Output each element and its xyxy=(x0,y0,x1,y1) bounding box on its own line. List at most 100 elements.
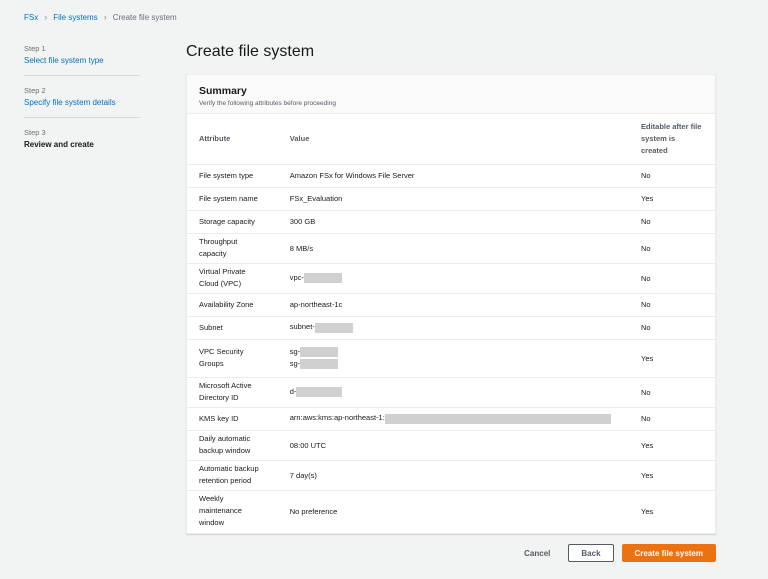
row-attribute: Storage capacity xyxy=(187,210,278,234)
row-attribute: Automatic backup retention period xyxy=(187,460,278,491)
summary-header: Summary Verify the following attributes … xyxy=(187,75,715,114)
sg-line-1: sg- xyxy=(290,346,617,358)
cancel-button[interactable]: Cancel xyxy=(514,549,560,558)
create-file-system-button[interactable]: Create file system xyxy=(621,544,716,562)
step-1: Step 1 Select file system type xyxy=(24,44,140,76)
row-value: 7 day(s) xyxy=(277,460,629,491)
header-editable-text: Editable after file system is created xyxy=(641,121,702,155)
row-value: arn:aws:kms:ap-northeast-1: xyxy=(277,407,629,431)
row-attribute-text: Microsoft Active Directory ID xyxy=(199,381,252,402)
summary-description: Verify the following attributes before p… xyxy=(199,100,336,107)
step-3: Step 3 Review and create xyxy=(24,128,140,159)
table-row: Daily automatic backup window 08:00 UTC … xyxy=(187,430,715,461)
row-attribute: Microsoft Active Directory ID xyxy=(187,377,278,408)
page-title: Create file system xyxy=(186,43,315,60)
header-attribute: Attribute xyxy=(187,114,278,165)
summary-table: Attribute Value Editable after file syst… xyxy=(187,114,715,532)
row-editable: Yes xyxy=(629,430,715,461)
chevron-right-icon: › xyxy=(103,12,107,22)
row-editable: Yes xyxy=(629,339,715,378)
redacted-block xyxy=(300,347,339,358)
row-editable: No xyxy=(629,293,715,317)
row-editable: No xyxy=(629,164,715,188)
table-row: Throughput capacity 8 MB/s No xyxy=(187,233,715,264)
step-current-review: Review and create xyxy=(24,140,94,149)
row-editable: No xyxy=(629,407,715,431)
subnet-value: subnet- xyxy=(289,322,315,332)
redacted-block xyxy=(384,413,611,424)
wizard-footer: Cancel Back Create file system xyxy=(514,544,716,562)
row-attribute-text: Automatic backup retention period xyxy=(199,464,259,485)
row-editable: No xyxy=(629,377,715,408)
row-value: 8 MB/s xyxy=(277,233,629,264)
row-attribute-text: Virtual Private Cloud (VPC) xyxy=(199,267,246,288)
step-number: Step 2 xyxy=(24,86,46,95)
table-row: Virtual Private Cloud (VPC) vpc- No xyxy=(187,263,715,294)
row-attribute: Daily automatic backup window xyxy=(187,430,278,461)
sg-value-2: sg- xyxy=(289,359,301,368)
row-value: d- xyxy=(277,377,629,408)
redacted-block xyxy=(296,387,343,397)
row-attribute-text: Throughput capacity xyxy=(199,237,238,258)
row-attribute-text: Daily automatic backup window xyxy=(199,434,251,455)
row-editable: No xyxy=(629,210,715,234)
step-link-select-type[interactable]: Select file system type xyxy=(24,56,140,65)
table-row: Storage capacity 300 GB No xyxy=(187,210,715,234)
row-editable: No xyxy=(629,316,715,340)
row-value: subnet- xyxy=(277,316,629,340)
breadcrumb: FSx › File systems › Create file system xyxy=(24,12,177,22)
sg-line-2: sg- xyxy=(290,358,617,370)
breadcrumb-file-systems[interactable]: File systems xyxy=(53,13,97,22)
redacted-block xyxy=(303,273,342,283)
row-attribute: KMS key ID xyxy=(187,407,278,431)
row-attribute-text: VPC Security Groups xyxy=(199,347,244,368)
header-editable: Editable after file system is created xyxy=(629,114,715,165)
row-editable: Yes xyxy=(629,187,715,211)
table-row: Microsoft Active Directory ID d- No xyxy=(187,377,715,408)
row-attribute: File system name xyxy=(187,187,278,211)
table-row: KMS key ID arn:aws:kms:ap-northeast-1: N… xyxy=(187,407,715,431)
row-value: 300 GB xyxy=(277,210,629,234)
row-attribute: File system type xyxy=(187,164,278,188)
row-editable: No xyxy=(629,263,715,294)
row-attribute: Weekly maintenance window xyxy=(187,490,278,532)
row-attribute: Subnet xyxy=(187,316,278,340)
row-attribute: VPC Security Groups xyxy=(187,339,278,378)
ad-value: d- xyxy=(289,386,297,396)
step-link-specify-details[interactable]: Specify file system details xyxy=(24,98,140,107)
row-value: ap-northeast-1c xyxy=(277,293,629,317)
kms-value: arn:aws:kms:ap-northeast-1: xyxy=(289,413,385,423)
table-row: Availability Zone ap-northeast-1c No xyxy=(187,293,715,317)
summary-title: Summary xyxy=(199,85,247,97)
redacted-block xyxy=(300,359,339,370)
table-row: Weekly maintenance window No preference … xyxy=(187,490,715,532)
summary-panel: Summary Verify the following attributes … xyxy=(186,74,716,534)
chevron-right-icon: › xyxy=(44,12,48,22)
row-value: vpc- xyxy=(277,263,629,294)
back-button[interactable]: Back xyxy=(568,544,614,562)
table-row: File system type Amazon FSx for Windows … xyxy=(187,164,715,188)
row-value: Amazon FSx for Windows File Server xyxy=(277,164,629,188)
row-attribute-text: Weekly maintenance window xyxy=(199,494,242,528)
step-number: Step 3 xyxy=(24,128,46,137)
table-row: Automatic backup retention period 7 day(… xyxy=(187,460,715,491)
step-2: Step 2 Specify file system details xyxy=(24,86,140,118)
row-attribute: Throughput capacity xyxy=(187,233,278,264)
table-row: File system name FSx_Evaluation Yes xyxy=(187,187,715,211)
row-value: sg- sg- xyxy=(277,339,629,378)
sg-value-1: sg- xyxy=(289,347,301,356)
row-editable: No xyxy=(629,233,715,264)
breadcrumb-fsx[interactable]: FSx xyxy=(24,13,38,22)
table-row: Subnet subnet- No xyxy=(187,316,715,340)
breadcrumb-current: Create file system xyxy=(112,12,177,22)
row-value: FSx_Evaluation xyxy=(277,187,629,211)
row-editable: Yes xyxy=(641,506,654,516)
table-row: VPC Security Groups sg- sg- Yes xyxy=(187,339,715,378)
row-value: No preference xyxy=(289,506,338,516)
row-editable: Yes xyxy=(629,460,715,491)
redacted-block xyxy=(314,322,353,333)
header-value: Value xyxy=(277,114,629,165)
step-number: Step 1 xyxy=(24,44,46,53)
row-attribute: Availability Zone xyxy=(187,293,278,317)
wizard-steps: Step 1 Select file system type Step 2 Sp… xyxy=(24,44,140,169)
